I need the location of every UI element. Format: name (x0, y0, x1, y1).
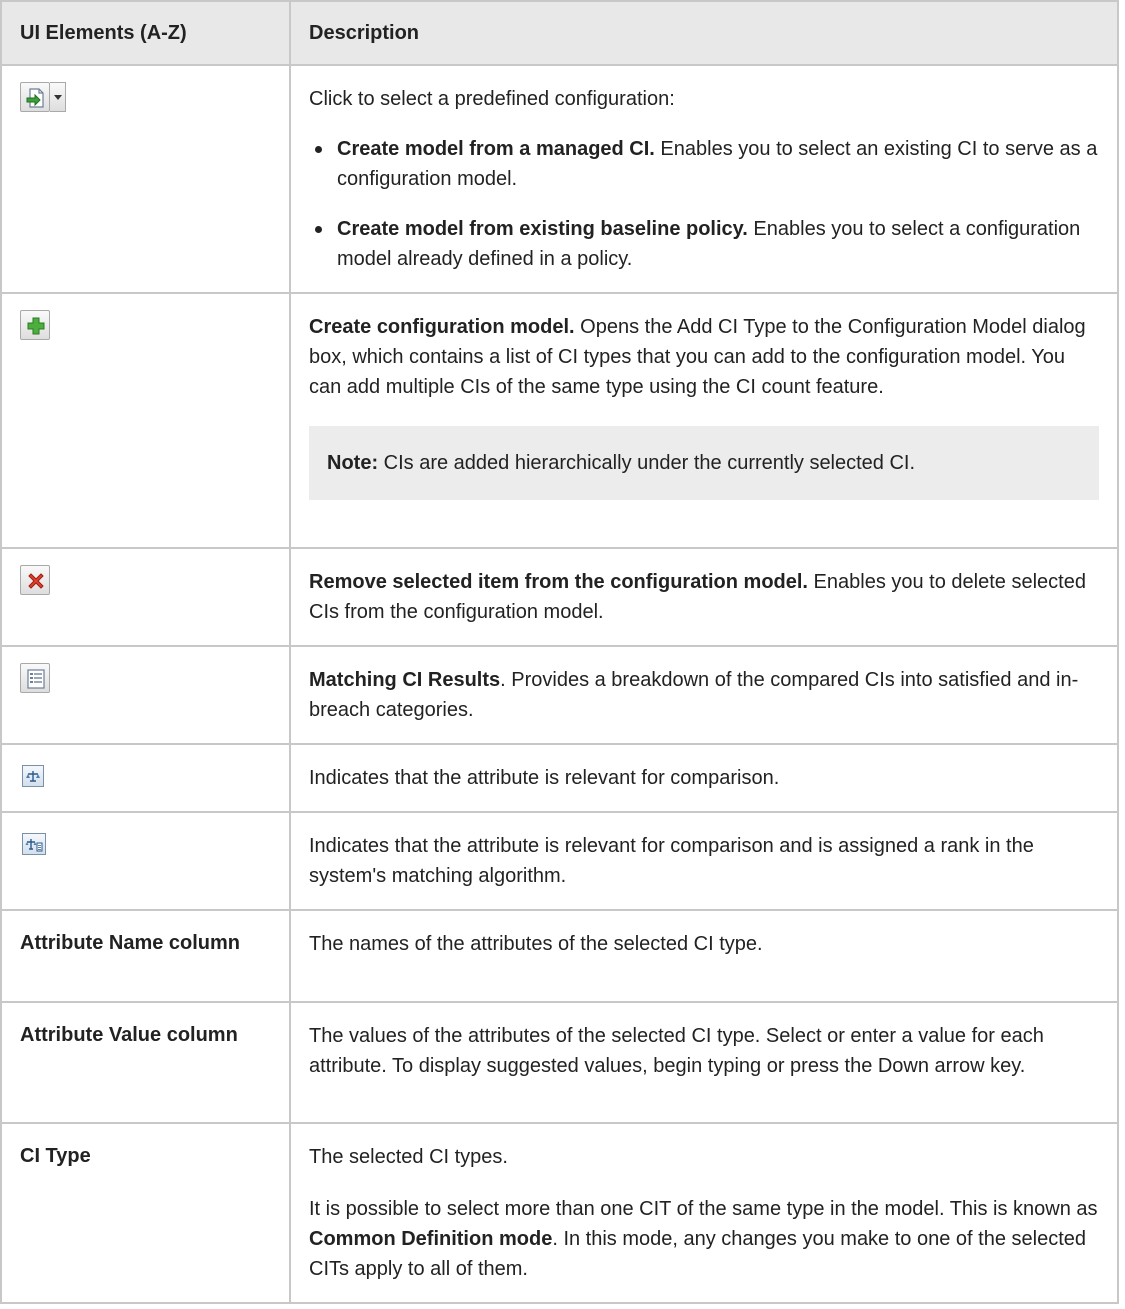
table-row: Create configuration model. Opens the Ad… (0, 292, 1119, 549)
list-icon (27, 669, 45, 689)
import-config-icon (20, 82, 50, 112)
description-cell: Indicates that the attribute is relevant… (289, 811, 1119, 911)
matching-results-button[interactable] (20, 663, 50, 693)
table-row: Attribute Value column The values of the… (0, 1001, 1119, 1124)
ui-element-cell (0, 292, 291, 549)
description-text: The values of the attributes of the sele… (309, 1025, 1044, 1077)
table-header-row: UI Elements (A-Z) Description (0, 0, 1119, 66)
element-label: Attribute Value column (20, 1024, 238, 1046)
description-text: The selected CI types. (309, 1146, 508, 1168)
description-cell: Click to select a predefined configurati… (289, 64, 1119, 294)
plus-icon (27, 317, 45, 335)
remove-button[interactable] (20, 565, 50, 595)
ui-element-cell: Attribute Name column (0, 909, 291, 1003)
option-title: Create model from existing baseline poli… (337, 218, 748, 240)
ui-element-cell (0, 743, 291, 813)
ui-element-cell (0, 811, 291, 911)
note-label: Note: (327, 452, 379, 474)
description-title: Remove selected item from the configurat… (309, 571, 808, 593)
table-row: Indicates that the attribute is relevant… (0, 811, 1119, 911)
add-button[interactable] (20, 310, 50, 340)
description-text: Create configuration model. Opens the Ad… (309, 316, 1086, 398)
table-row: CI Type The selected CI types. It is pos… (0, 1122, 1119, 1304)
ui-element-cell (0, 64, 291, 294)
option-title: Create model from a managed CI. (337, 138, 655, 160)
table-row: Matching CI Results. Provides a breakdow… (0, 645, 1119, 745)
description-text: Indicates that the attribute is relevant… (309, 767, 780, 789)
element-label: CI Type (20, 1145, 91, 1167)
chevron-down-icon[interactable] (50, 82, 66, 112)
description-cell: The selected CI types. It is possible to… (289, 1122, 1119, 1304)
note-text: CIs are added hierarchically under the c… (378, 452, 916, 474)
column-header-description: Description (289, 0, 1119, 66)
description-text: Indicates that the attribute is relevant… (309, 835, 1034, 887)
note-box: Note: CIs are added hierarchically under… (309, 426, 1099, 500)
description-title: Create configuration model. (309, 316, 575, 338)
ui-element-cell: CI Type (0, 1122, 291, 1304)
table-row: Click to select a predefined configurati… (0, 64, 1119, 294)
description-cell: Matching CI Results. Provides a breakdow… (289, 645, 1119, 745)
compare-relevant-icon (22, 765, 44, 787)
compare-rank-icon (22, 833, 46, 855)
description-text: Matching CI Results. Provides a breakdow… (309, 669, 1079, 721)
description-cell: Remove selected item from the configurat… (289, 547, 1119, 647)
table-row: Remove selected item from the configurat… (0, 547, 1119, 647)
table-row: Attribute Name column The names of the a… (0, 909, 1119, 1003)
description-text: Remove selected item from the configurat… (309, 571, 1086, 623)
description-cell: Indicates that the attribute is relevant… (289, 743, 1119, 813)
import-config-dropdown-button[interactable] (20, 82, 66, 112)
list-item: Create model from existing baseline poli… (309, 214, 1099, 274)
description-title: Matching CI Results (309, 669, 501, 691)
description-emphasis: Common Definition mode (309, 1228, 553, 1250)
description-text: Click to select a predefined configurati… (309, 88, 675, 110)
description-cell: The names of the attributes of the selec… (289, 909, 1119, 1003)
column-header-ui-elements: UI Elements (A-Z) (0, 0, 291, 66)
description-text: The names of the attributes of the selec… (309, 933, 763, 955)
table-row: Indicates that the attribute is relevant… (0, 743, 1119, 813)
ui-element-cell (0, 645, 291, 745)
element-label: Attribute Name column (20, 932, 241, 954)
description-cell: Create configuration model. Opens the Ad… (289, 292, 1119, 549)
description-text: It is possible to select more than one C… (309, 1198, 1098, 1280)
list-item: Create model from a managed CI. Enables … (309, 134, 1099, 194)
ui-elements-table: UI Elements (A-Z) Description Click to s… (0, 0, 1119, 1304)
ui-element-cell: Attribute Value column (0, 1001, 291, 1124)
description-cell: The values of the attributes of the sele… (289, 1001, 1119, 1124)
ui-element-cell (0, 547, 291, 647)
option-list: Create model from a managed CI. Enables … (309, 134, 1099, 274)
red-x-icon (28, 573, 44, 589)
